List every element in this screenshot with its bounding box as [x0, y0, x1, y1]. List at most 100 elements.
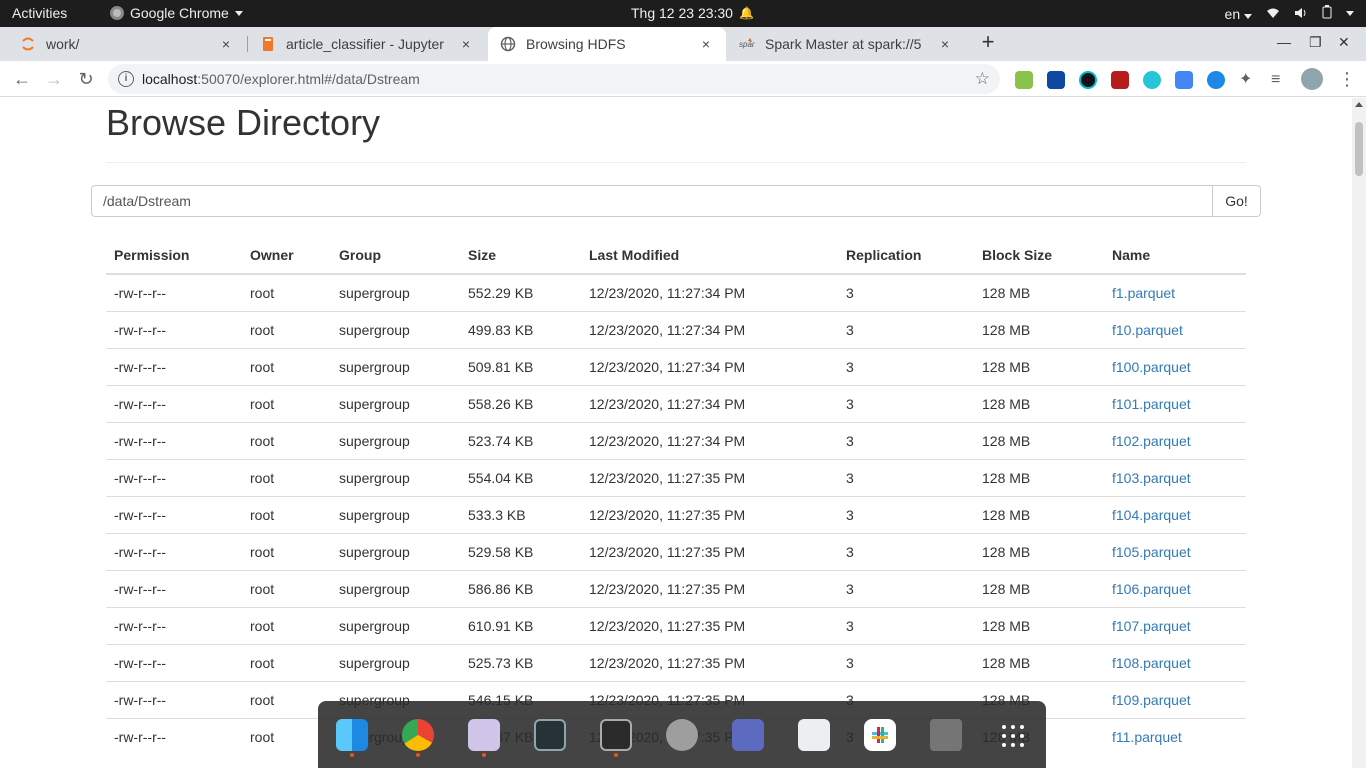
avatar[interactable] — [1301, 68, 1323, 90]
extension-icon[interactable] — [1015, 71, 1033, 89]
table-cell: 610.91 KB — [460, 606, 581, 644]
table-row: -rw-r--r-- root supergroup 610.91 KB 12/23/2… — [106, 606, 1246, 644]
image-viewer-icon[interactable] — [732, 719, 764, 751]
system-monitor-icon[interactable] — [534, 719, 566, 751]
restore-button[interactable]: ❐ — [1309, 34, 1322, 51]
close-icon[interactable]: × — [218, 36, 234, 52]
bookmark-star-icon[interactable]: ☆ — [975, 69, 990, 89]
table-cell: 12/23/2020, 11:27:34 PM — [581, 384, 838, 422]
file-link[interactable]: f101.parquet — [1104, 384, 1246, 422]
settings-icon[interactable] — [666, 719, 698, 751]
table-cell: 3 — [838, 569, 974, 607]
close-window-button[interactable]: ✕ — [1338, 34, 1350, 51]
table-cell: 128 MB — [974, 606, 1104, 644]
chevron-down-icon — [1244, 13, 1252, 19]
tab-work[interactable]: work/ × — [8, 27, 246, 61]
table-row: -rw-r--r-- root supergroup 523.74 KB 12/23/2… — [106, 421, 1246, 459]
table-cell: -rw-r--r-- — [106, 532, 242, 570]
battery-icon[interactable] — [1322, 5, 1332, 22]
table-row: -rw-r--r-- root supergroup 558.26 KB 12/23/2… — [106, 384, 1246, 422]
minimize-button[interactable]: — — [1277, 34, 1291, 50]
close-icon[interactable]: × — [458, 36, 474, 52]
file-link[interactable]: f11.parquet — [1104, 717, 1246, 755]
address-bar[interactable]: i localhost:50070/explorer.html#/data/Ds… — [108, 64, 1000, 94]
clock-extension-icon[interactable] — [1079, 71, 1097, 89]
file-link[interactable]: f100.parquet — [1104, 347, 1246, 385]
file-link[interactable]: f106.parquet — [1104, 569, 1246, 607]
notebook-icon — [260, 36, 276, 52]
file-link[interactable]: f1.parquet — [1104, 273, 1246, 311]
extension-icon[interactable] — [1207, 71, 1225, 89]
file-link[interactable]: f103.parquet — [1104, 458, 1246, 496]
volume-icon[interactable] — [1294, 6, 1308, 22]
tab-browsing-hdfs[interactable]: Browsing HDFS × — [488, 27, 726, 61]
file-link[interactable]: f108.parquet — [1104, 643, 1246, 681]
file-link[interactable]: f105.parquet — [1104, 532, 1246, 570]
chrome-icon[interactable] — [402, 719, 434, 751]
screenshot-icon[interactable] — [798, 719, 830, 751]
page-scrollbar[interactable] — [1352, 98, 1366, 768]
tab-spark-master[interactable]: spark Spark Master at spark://5 × — [727, 27, 965, 61]
table-cell: root — [242, 347, 331, 385]
extension-icon[interactable] — [1047, 71, 1065, 89]
media-control-icon[interactable]: ≡ — [1271, 71, 1289, 89]
table-cell: supergroup — [331, 606, 460, 644]
table-cell: root — [242, 532, 331, 570]
wifi-icon[interactable] — [1266, 6, 1280, 22]
table-cell: -rw-r--r-- — [106, 606, 242, 644]
file-link[interactable]: f102.parquet — [1104, 421, 1246, 459]
tab-strip: work/ × article_classifier - Jupyter × B… — [0, 27, 1366, 61]
table-cell: 128 MB — [974, 495, 1104, 533]
table-cell: -rw-r--r-- — [106, 421, 242, 459]
bell-icon: 🔔 — [738, 6, 754, 20]
trash-icon[interactable] — [930, 719, 962, 751]
app-menu[interactable]: Google Chrome — [110, 5, 243, 21]
tab-article-classifier[interactable]: article_classifier - Jupyter × — [248, 27, 486, 61]
reload-button[interactable]: ↻ — [75, 68, 97, 90]
extension-icon[interactable] — [1143, 71, 1161, 89]
table-cell: -rw-r--r-- — [106, 347, 242, 385]
puzzle-icon[interactable]: ✦ — [1239, 71, 1257, 89]
show-apps-icon[interactable] — [1002, 725, 1024, 747]
go-button[interactable]: Go! — [1212, 185, 1261, 217]
url-text[interactable]: localhost:50070/explorer.html#/data/Dstr… — [142, 71, 420, 87]
language-selector[interactable]: en — [1225, 6, 1252, 22]
close-icon[interactable]: × — [937, 36, 953, 52]
ublock-icon[interactable] — [1111, 71, 1129, 89]
activities-button[interactable]: Activities — [12, 5, 67, 21]
scroll-up-icon[interactable] — [1355, 102, 1363, 107]
terminal-icon[interactable] — [600, 719, 632, 751]
new-tab-button[interactable]: + — [977, 31, 999, 54]
chevron-down-icon — [234, 10, 243, 16]
table-cell: supergroup — [331, 273, 460, 311]
finder-icon[interactable] — [336, 719, 368, 751]
file-link[interactable]: f104.parquet — [1104, 495, 1246, 533]
tab-title: article_classifier - Jupyter — [286, 36, 444, 52]
table-cell: root — [242, 569, 331, 607]
table-cell: -rw-r--r-- — [106, 495, 242, 533]
table-cell: 12/23/2020, 11:27:35 PM — [581, 643, 838, 681]
directory-path-input[interactable]: /data/Dstream — [91, 185, 1213, 217]
jupyter-icon — [20, 36, 36, 52]
scrollbar-thumb[interactable] — [1355, 122, 1363, 176]
text-editor-icon[interactable] — [468, 719, 500, 751]
slack-icon[interactable] — [864, 719, 896, 751]
translate-icon[interactable] — [1175, 71, 1193, 89]
table-row: -rw-r--r-- root supergroup 509.81 KB 12/23/2… — [106, 347, 1246, 385]
more-menu-icon[interactable]: ⋮ — [1338, 69, 1356, 90]
back-button[interactable]: ← — [11, 68, 33, 90]
file-link[interactable]: f10.parquet — [1104, 310, 1246, 348]
clock[interactable]: Thg 12 23 23:30 🔔 — [631, 5, 754, 21]
app-menu-label: Google Chrome — [130, 5, 229, 21]
system-menu-chevron-icon[interactable] — [1346, 11, 1354, 16]
gnome-top-bar: Activities Google Chrome Thg 12 23 23:30… — [0, 0, 1366, 27]
info-icon[interactable]: i — [118, 71, 134, 87]
file-link[interactable]: f109.parquet — [1104, 680, 1246, 718]
table-cell: 12/23/2020, 11:27:35 PM — [581, 606, 838, 644]
table-row: -rw-r--r-- root supergroup 533.3 KB 12/23/20… — [106, 495, 1246, 533]
close-icon[interactable]: × — [698, 36, 714, 52]
table-cell: supergroup — [331, 643, 460, 681]
forward-button[interactable]: → — [43, 68, 65, 90]
file-link[interactable]: f107.parquet — [1104, 606, 1246, 644]
column-header: Last Modified — [581, 237, 838, 275]
